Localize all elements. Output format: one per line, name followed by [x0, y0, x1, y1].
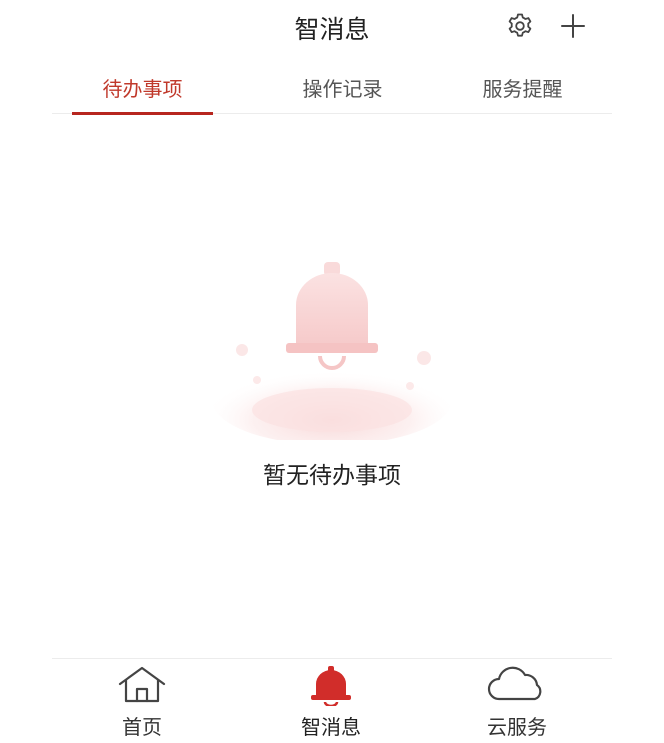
nav-label-smart-messages: 智消息 — [301, 715, 361, 739]
nav-item-home[interactable]: 首页 — [82, 659, 202, 743]
tab-service-reminders[interactable]: 服务提醒 — [452, 62, 593, 113]
empty-state-message: 暂无待办事项 — [263, 463, 401, 489]
bottom-navigation: 首页 智消息 云服务 — [52, 658, 612, 743]
app-screen: 智消息 待办事项 操作记录 服务提醒 暂无待办事项 首页 智消息 云服务 — [0, 0, 664, 743]
active-tab-indicator — [72, 112, 213, 115]
tab-operation-records[interactable]: 操作记录 — [272, 62, 413, 113]
nav-label-cloud-services: 云服务 — [487, 715, 547, 739]
empty-state-bell-illustration — [212, 262, 452, 440]
home-icon — [118, 666, 166, 703]
nav-item-smart-messages[interactable]: 智消息 — [271, 659, 391, 743]
tab-todo[interactable]: 待办事项 — [72, 62, 213, 113]
gear-icon — [508, 13, 532, 37]
cloud-icon — [487, 666, 542, 701]
header: 智消息 — [0, 0, 664, 54]
add-button[interactable] — [555, 8, 591, 44]
plus-icon — [561, 14, 585, 38]
tab-bar: 待办事项 操作记录 服务提醒 — [52, 62, 612, 115]
settings-button[interactable] — [502, 8, 538, 44]
bell-icon — [311, 666, 351, 706]
nav-label-home: 首页 — [122, 715, 162, 739]
nav-item-cloud-services[interactable]: 云服务 — [457, 659, 577, 743]
